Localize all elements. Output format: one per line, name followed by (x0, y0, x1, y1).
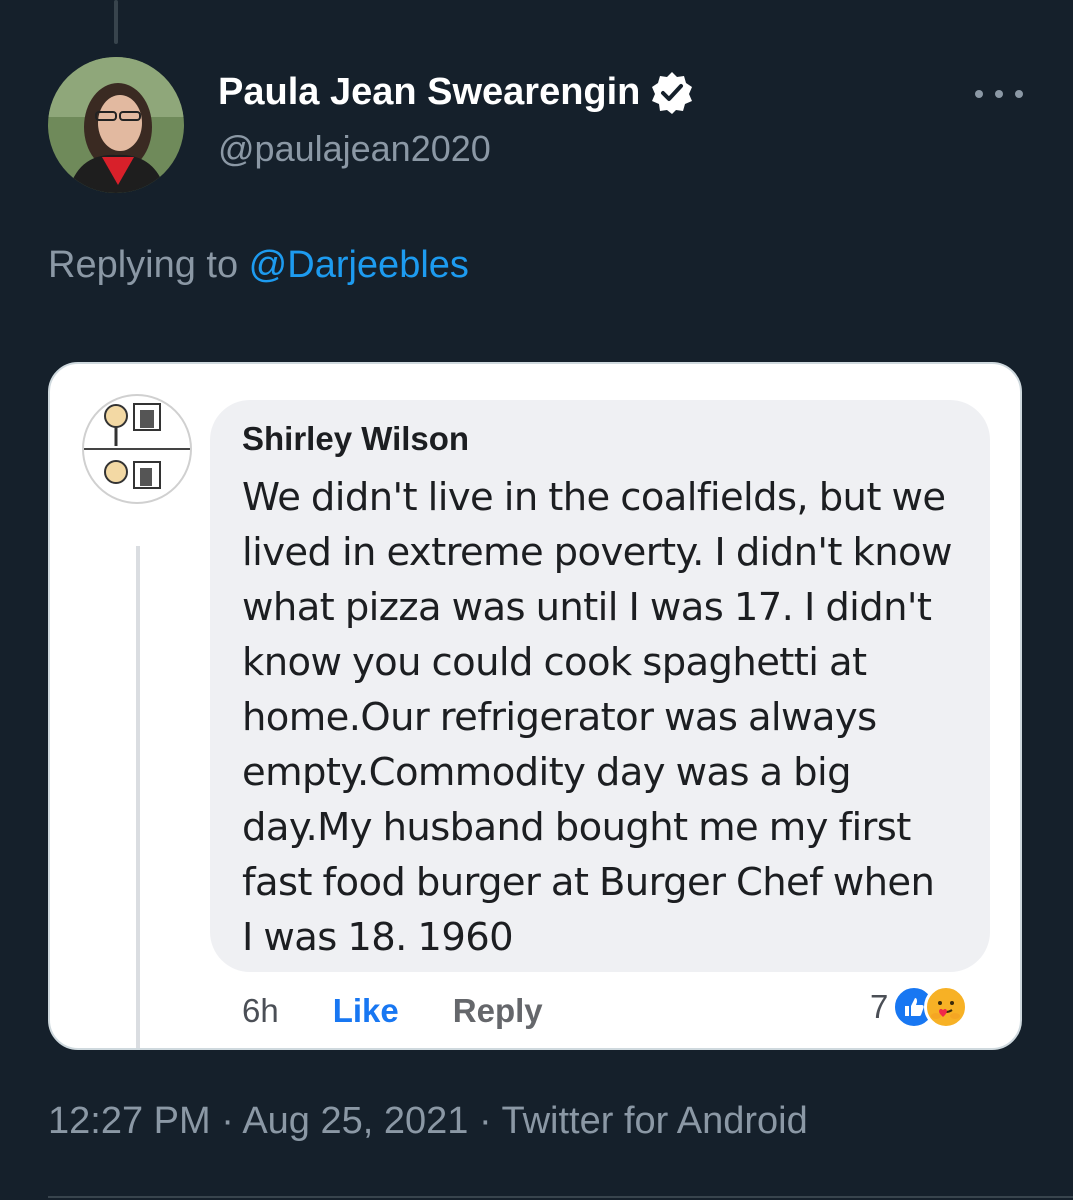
comment-bubble: Shirley Wilson We didn't live in the coa… (210, 400, 990, 972)
author-handle[interactable]: @paulajean2020 (218, 128, 491, 170)
author-display-name[interactable]: Paula Jean Swearengin (218, 71, 640, 114)
commenter-avatar (82, 394, 192, 504)
more-dots-icon[interactable] (975, 78, 1023, 110)
thread-connector-line (114, 0, 118, 44)
comment-text: We didn't live in the coalfields, but we… (242, 475, 952, 960)
replying-to-mention-link[interactable]: @Darjeebles (249, 244, 469, 286)
comment-actions: 6h Like Reply (242, 992, 543, 1030)
replying-to: Replying to @Darjeebles (48, 244, 469, 287)
author-name-row[interactable]: Paula Jean Swearengin (218, 70, 694, 114)
reaction-count: 7 (870, 988, 889, 1025)
tweet-timestamp[interactable]: 12:27 PM · Aug 25, 2021 · Twitter for An… (48, 1100, 808, 1143)
author-avatar[interactable] (48, 57, 184, 193)
commenter-name[interactable]: Shirley Wilson (242, 420, 469, 458)
care-reaction-icon (924, 985, 969, 1029)
comment-like-button[interactable]: Like (333, 992, 399, 1030)
replying-prefix: Replying to (48, 244, 249, 286)
comment-reply-button[interactable]: Reply (453, 992, 543, 1030)
reactions-summary[interactable]: 7 (870, 982, 969, 1032)
embedded-image-card[interactable]: Shirley Wilson We didn't live in the coa… (48, 362, 1022, 1050)
comment-thread-line (136, 546, 140, 1048)
comment-age: 6h (242, 992, 279, 1029)
divider (48, 1196, 1073, 1198)
verified-badge-icon (650, 70, 694, 114)
